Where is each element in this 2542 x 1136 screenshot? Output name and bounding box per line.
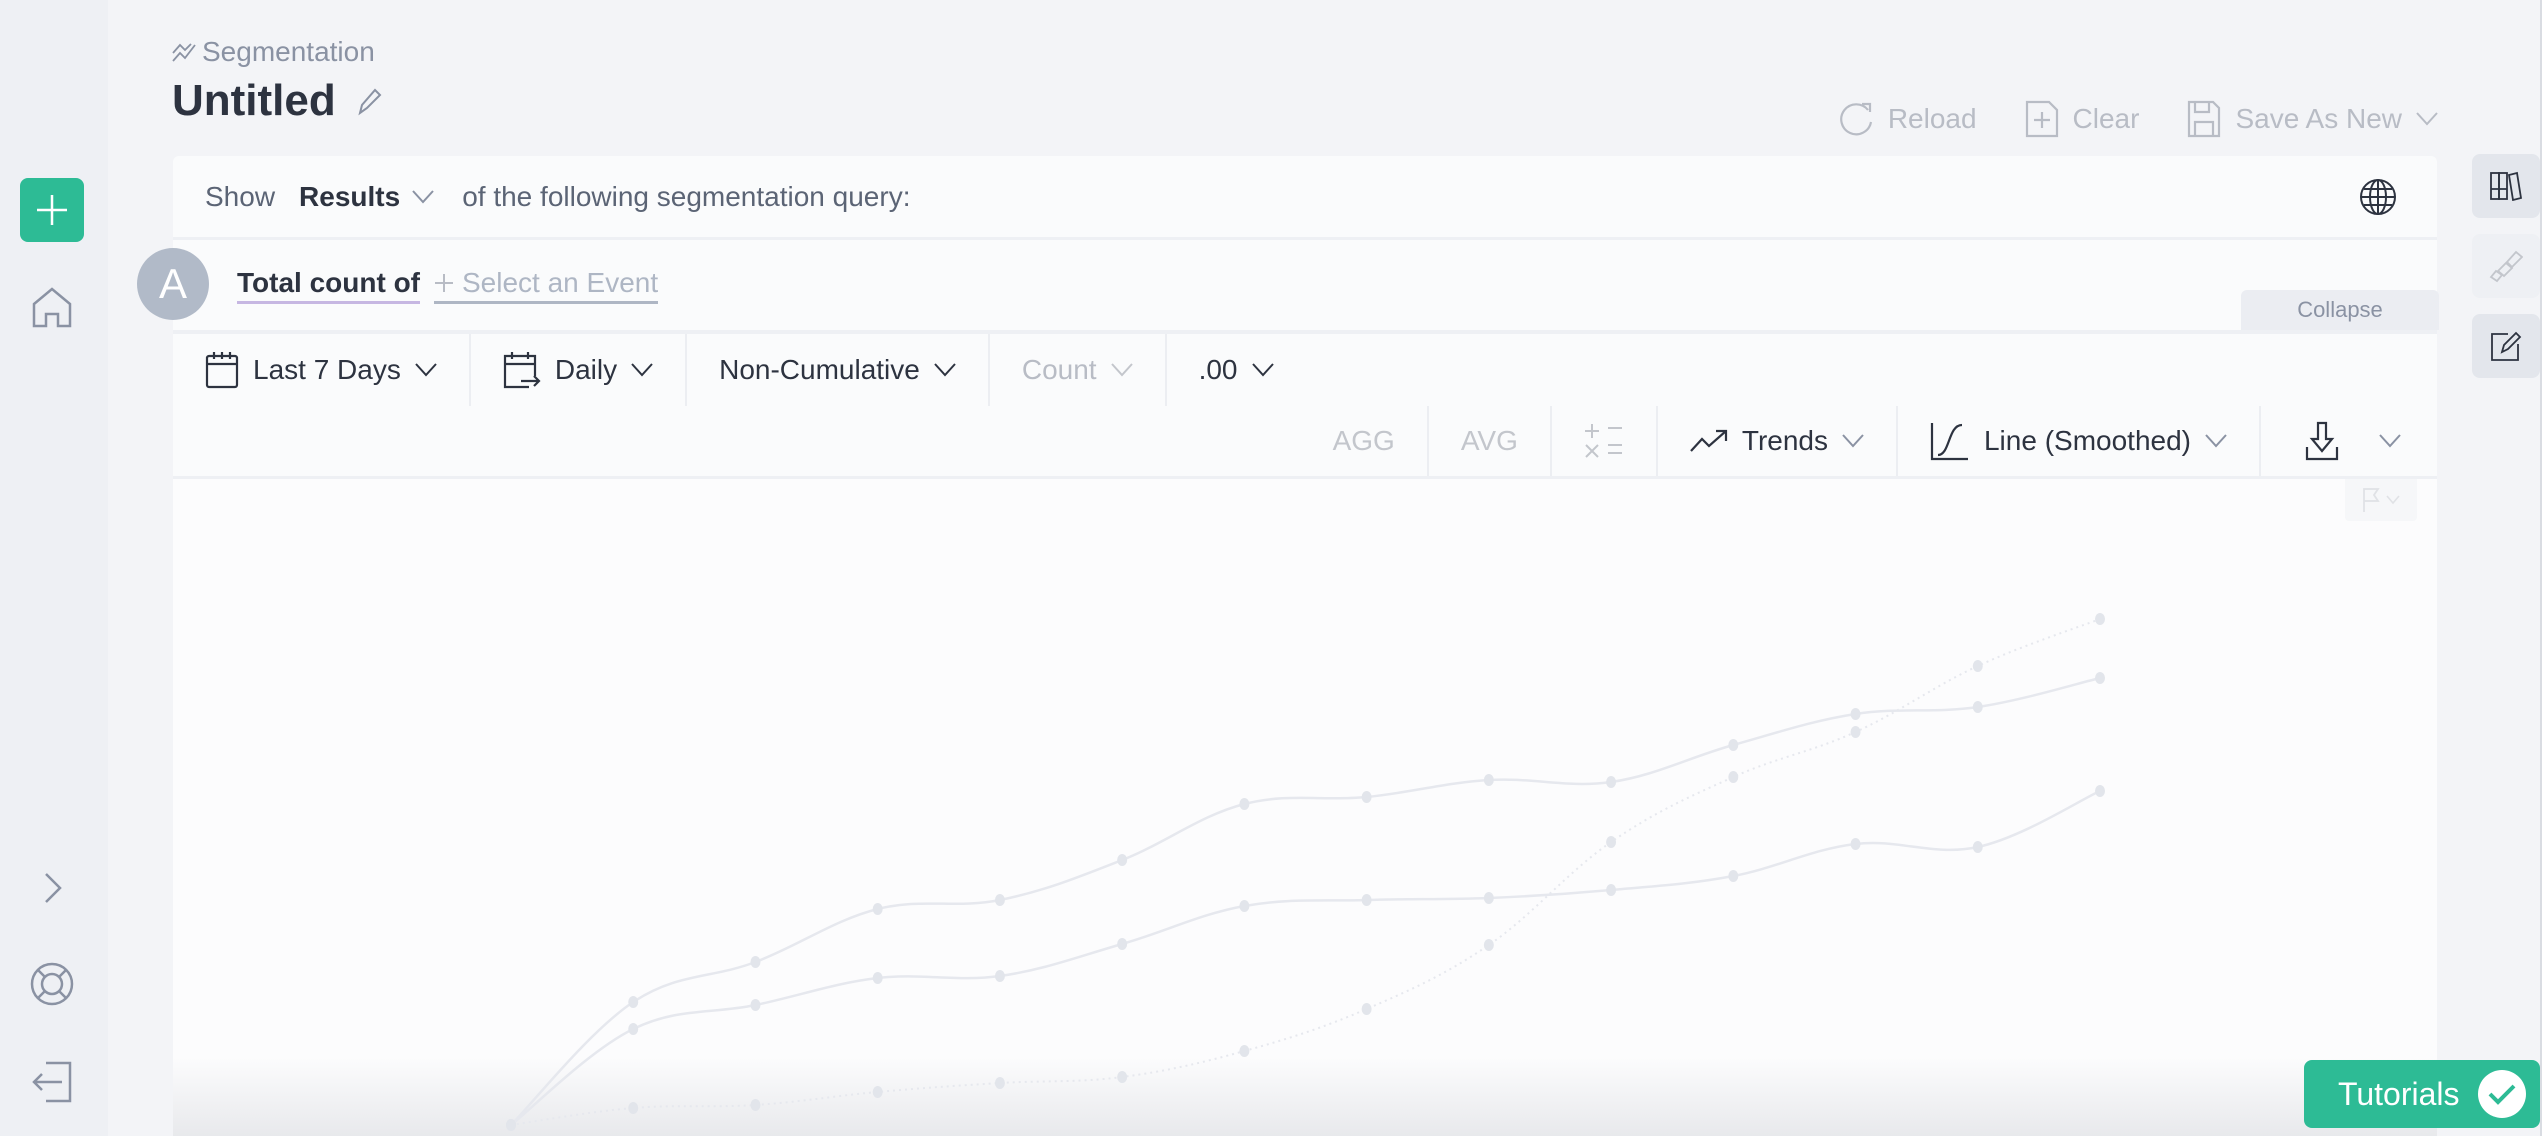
chart-point-series-c-10[interactable] xyxy=(1606,836,1616,848)
chart-point-series-a-2[interactable] xyxy=(628,996,638,1008)
chart-point-series-a-5[interactable] xyxy=(995,894,1005,906)
chart-point-series-a-3[interactable] xyxy=(750,956,760,968)
edit-icon xyxy=(2490,330,2522,362)
chart-point-series-b-4[interactable] xyxy=(873,972,883,984)
chart-point-series-b-8[interactable] xyxy=(1362,894,1372,906)
chart-point-series-b-11[interactable] xyxy=(1728,870,1738,882)
chart-point-series-a-13[interactable] xyxy=(1973,701,1983,713)
chart-point-series-c-9[interactable] xyxy=(1484,939,1494,951)
chart-point-series-c-2[interactable] xyxy=(628,1102,638,1114)
chart-point-series-b-7[interactable] xyxy=(1239,900,1249,912)
query-card: Show Results of the following segmentati… xyxy=(173,156,2437,1136)
check-circle-icon xyxy=(2478,1070,2526,1118)
chart-point-series-c-6[interactable] xyxy=(1117,1071,1127,1083)
chart-point-series-a-6[interactable] xyxy=(1117,854,1127,866)
chart-point-series-b-3[interactable] xyxy=(750,999,760,1011)
chart-point-series-b-9[interactable] xyxy=(1484,892,1494,904)
library-button[interactable] xyxy=(2472,154,2540,218)
chart-point-series-b-5[interactable] xyxy=(995,970,1005,982)
library-icon xyxy=(2490,171,2522,201)
telescope-button[interactable] xyxy=(2472,234,2540,298)
telescope-icon xyxy=(2489,249,2523,283)
chevron-down-icon xyxy=(2386,495,2400,505)
chart-point-series-a-9[interactable] xyxy=(1484,774,1494,786)
chart-point-series-c-1[interactable] xyxy=(506,1119,516,1131)
chart-point-series-c-4[interactable] xyxy=(873,1086,883,1098)
chart-point-series-b-14[interactable] xyxy=(2095,785,2105,797)
chart-point-series-a-11[interactable] xyxy=(1728,739,1738,751)
tutorials-label: Tutorials xyxy=(2338,1076,2460,1113)
chart-point-series-a-12[interactable] xyxy=(1851,708,1861,720)
notes-button[interactable] xyxy=(2472,314,2540,378)
chart-point-series-b-12[interactable] xyxy=(1851,838,1861,850)
chart-point-series-a-7[interactable] xyxy=(1239,798,1249,810)
flag-icon xyxy=(2362,487,2380,513)
chart-point-series-c-11[interactable] xyxy=(1728,771,1738,783)
chart-point-series-a-10[interactable] xyxy=(1606,776,1616,788)
chart-point-series-c-14[interactable] xyxy=(2095,613,2105,625)
chart-area xyxy=(173,476,2437,1136)
chart-point-series-a-8[interactable] xyxy=(1362,791,1372,803)
chart-point-series-b-6[interactable] xyxy=(1117,938,1127,950)
tutorials-button[interactable]: Tutorials xyxy=(2304,1060,2540,1128)
chart-line-series-b xyxy=(511,791,2100,1125)
annotations-button[interactable] xyxy=(2345,479,2417,521)
chart-point-series-c-5[interactable] xyxy=(995,1077,1005,1089)
line-chart xyxy=(0,0,2542,1132)
chart-point-series-c-8[interactable] xyxy=(1362,1003,1372,1015)
chart-point-series-b-2[interactable] xyxy=(628,1023,638,1035)
chart-point-series-b-13[interactable] xyxy=(1973,841,1983,853)
chart-point-series-c-3[interactable] xyxy=(750,1099,760,1111)
chart-point-series-a-14[interactable] xyxy=(2095,672,2105,684)
chart-point-series-c-12[interactable] xyxy=(1851,726,1861,738)
chart-point-series-c-13[interactable] xyxy=(1973,660,1983,672)
chart-point-series-a-4[interactable] xyxy=(873,903,883,915)
chart-line-series-c xyxy=(511,619,2100,1125)
chart-point-series-c-7[interactable] xyxy=(1239,1045,1249,1057)
chart-point-series-b-10[interactable] xyxy=(1606,884,1616,896)
